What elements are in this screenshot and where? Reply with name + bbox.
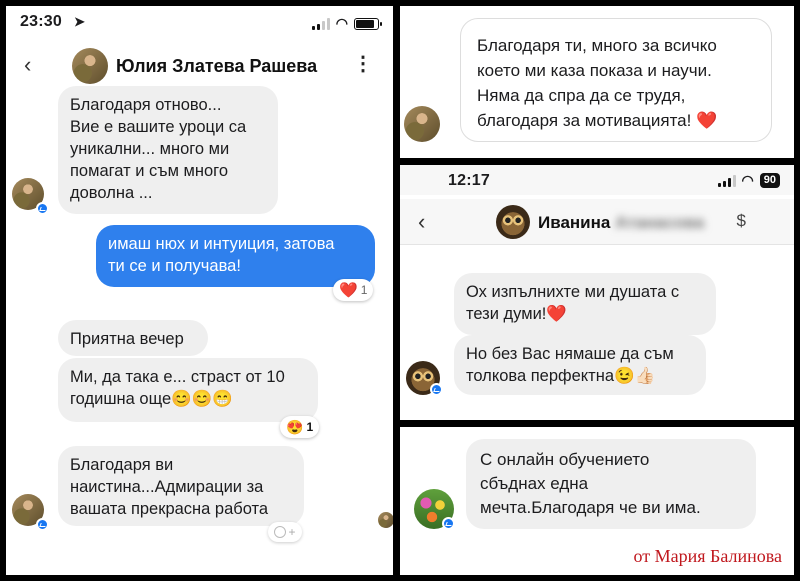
messenger-badge-icon	[36, 518, 49, 531]
smile-icon	[274, 526, 287, 538]
status-icons: ◠	[311, 15, 382, 32]
signal-icon	[717, 174, 736, 187]
back-chevron-icon[interactable]: ‹	[24, 54, 31, 76]
status-time: 12:17	[448, 172, 490, 189]
heart-eyes-reaction[interactable]: 😍 1	[280, 416, 320, 438]
messenger-badge-icon	[430, 383, 443, 396]
chat-panel-left: 23:30 ➤ ◠ ‹ Юлия Златева Рашева ⋮ Благод…	[6, 6, 393, 575]
heart-reaction-icon: ❤️	[339, 281, 358, 299]
message-bubble: Благодаря ти, много за всичко което ми к…	[460, 18, 772, 142]
contact-avatar[interactable]	[72, 48, 108, 84]
message-bubble: Ох изпълнихте ми душата с тези думи!❤️	[454, 273, 716, 335]
message-bubble: Но без Вас нямаше да съм толкова перфект…	[454, 335, 706, 395]
messenger-badge-icon	[442, 517, 455, 530]
contact-avatar[interactable]	[496, 205, 530, 239]
status-icons: ◠ 90	[717, 172, 780, 189]
wifi-icon: ◠	[335, 15, 348, 31]
message-bubble: Ми, да така е... страст от 10 годишна ощ…	[58, 358, 318, 422]
outgoing-message-bubble: имаш нюх и интуиция, затова ти се и полу…	[96, 225, 375, 287]
contact-last-name-blurred: Атанасова	[615, 213, 705, 232]
status-bar: 23:30 ➤ ◠	[6, 6, 393, 36]
chat-header: ‹ Юлия Златева Рашева ⋮	[6, 44, 393, 88]
chat-panel-top-right: Благодаря ти, много за всичко което ми к…	[400, 6, 794, 158]
back-chevron-icon[interactable]: ‹	[418, 211, 425, 233]
status-time: 23:30	[20, 13, 62, 30]
plus-icon: +	[288, 525, 296, 539]
contact-name[interactable]: Иванина Атанасова	[538, 213, 704, 233]
chat-header: ‹ Иванина Атанасова $	[400, 199, 794, 245]
location-arrow-icon: ➤	[74, 14, 85, 29]
dollar-icon[interactable]: $	[737, 211, 746, 231]
chat-panel-mid-right: 12:17 ◠ 90 ‹ Иванина Атанасова $ Ох изпъ…	[400, 165, 794, 420]
reaction-count: 1	[306, 420, 314, 434]
heart-reaction[interactable]: ❤️ 1	[333, 279, 374, 301]
chat-panel-bottom-right: С онлайн обучението сбъднах една мечта.Б…	[400, 427, 794, 575]
message-bubble: С онлайн обучението сбъднах една мечта.Б…	[466, 439, 756, 529]
signal-icon	[311, 17, 330, 30]
contact-name[interactable]: Юлия Златева Рашева	[116, 56, 317, 77]
contact-first-name: Иванина	[538, 213, 611, 232]
more-options-icon[interactable]: ⋮	[353, 54, 373, 74]
battery-level: 90	[759, 173, 780, 188]
message-bubble: Приятна вечер	[58, 320, 208, 356]
seen-avatar	[378, 512, 393, 528]
message-bubble: Благодаря отново... Вие е вашите уроци с…	[58, 86, 278, 214]
add-reaction-button[interactable]: +	[268, 522, 302, 542]
messenger-badge-icon	[36, 202, 49, 215]
reaction-count: 1	[360, 283, 368, 297]
battery-icon	[354, 17, 382, 30]
wifi-icon: ◠	[741, 172, 754, 188]
sender-avatar	[404, 106, 440, 142]
heart-eyes-reaction-icon: 😍	[286, 419, 304, 435]
message-bubble: Благодаря ви наистина...Адмирации за ваш…	[58, 446, 304, 526]
signature: от Мария Балинова	[633, 546, 782, 566]
status-bar: 12:17 ◠ 90	[400, 165, 794, 195]
